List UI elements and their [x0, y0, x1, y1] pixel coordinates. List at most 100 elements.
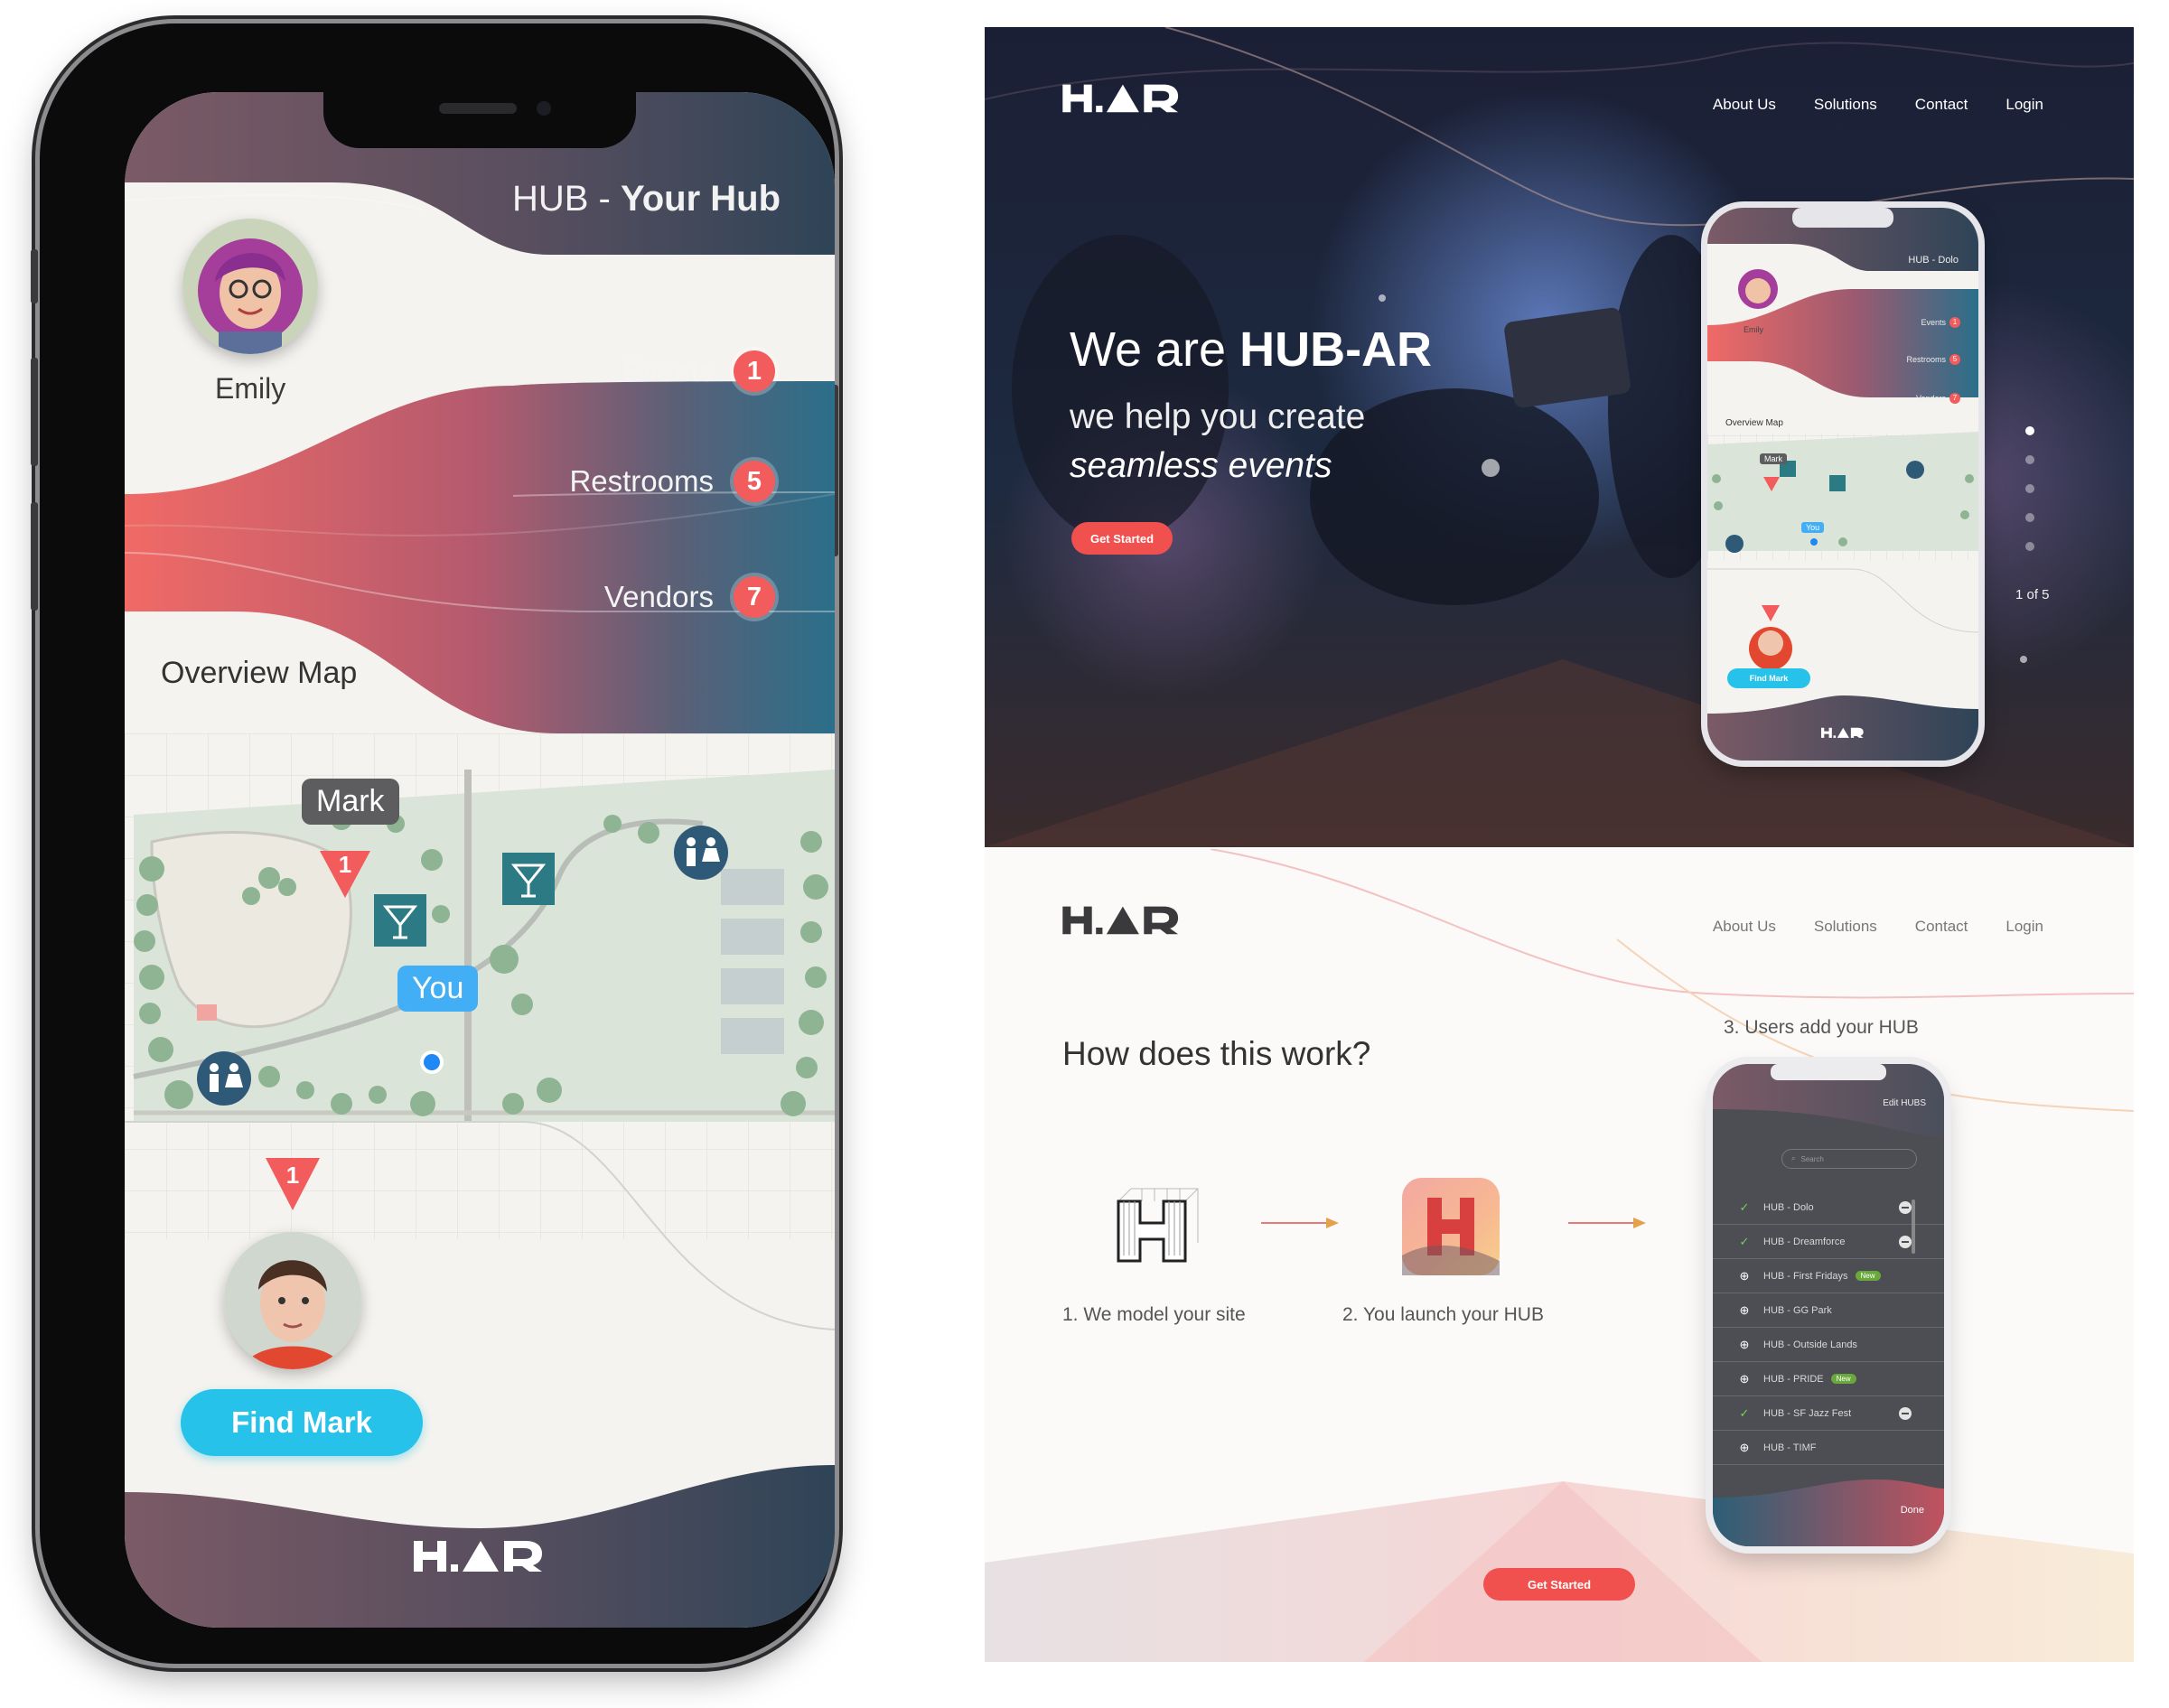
mini-map-label-you: You	[1801, 522, 1825, 533]
map-label-you: You	[397, 966, 479, 1012]
check-icon: ✓	[1739, 1405, 1750, 1420]
hero-subtitle-line2: seamless events	[1070, 446, 1332, 485]
hub-search-input[interactable]: ⌕ Search	[1781, 1149, 1917, 1169]
mini-restrooms-badge: 5	[1949, 354, 1960, 365]
search-placeholder: Search	[1800, 1154, 1824, 1163]
step-2-label: 2. You launch your HUB	[1342, 1304, 1544, 1325]
hub-row-outside-lands[interactable]: ⊕ HUB - Outside Lands	[1713, 1328, 1944, 1362]
hero-phone-preview: HUB - Dolo Emily Events 1 Restrooms 5 Ve…	[1707, 208, 1978, 761]
menu-item-events[interactable]: Events 1	[622, 349, 775, 394]
new-badge: New	[1830, 1374, 1856, 1384]
volume-up-button	[31, 358, 38, 466]
nav-about-us[interactable]: About Us	[1713, 918, 1776, 936]
menu-item-restrooms[interactable]: Restrooms 5	[569, 459, 775, 504]
phone-screen: HUB - Your Hub Emily Events 1 Restrooms …	[125, 92, 835, 1628]
mini-menu-vendors[interactable]: Vendors	[1916, 394, 1946, 403]
check-icon: ✓	[1739, 1199, 1750, 1214]
done-button[interactable]: Done	[1901, 1505, 1924, 1516]
vendors-count-badge: 7	[734, 576, 775, 618]
har-logo[interactable]	[1061, 81, 1183, 114]
mini-menu-restrooms[interactable]: Restrooms	[1906, 355, 1946, 364]
menu-label-events: Events	[622, 354, 714, 387]
menu-item-vendors[interactable]: Vendors 7	[604, 574, 775, 620]
plus-icon[interactable]: ⊕	[1733, 1303, 1756, 1318]
footer-background	[125, 1465, 835, 1628]
hero-title: We are HUB-AR	[1070, 322, 1433, 377]
search-icon: ⌕	[1791, 1154, 1796, 1162]
mini-map-label-mark: Mark	[1760, 453, 1787, 464]
plus-icon[interactable]: ⊕	[1733, 1441, 1756, 1455]
hub-row-gg-park[interactable]: ⊕ HUB - GG Park	[1713, 1293, 1944, 1328]
cocktail-icon-2[interactable]	[502, 853, 555, 905]
hub-row-first-fridays[interactable]: ⊕ HUB - First Fridays New	[1713, 1259, 1944, 1293]
phone-mockup: HUB - Your Hub Emily Events 1 Restrooms …	[31, 23, 838, 1664]
plus-icon[interactable]: ⊕	[1733, 1338, 1756, 1352]
phone-notch	[323, 92, 636, 148]
hub-row-sf-jazz-fest[interactable]: ✓ HUB - SF Jazz Fest	[1713, 1396, 1944, 1431]
pager-dot-3[interactable]	[2025, 484, 2034, 493]
mini-har-logo	[1821, 727, 1864, 738]
hub-name: HUB - Dolo	[1763, 1201, 1814, 1213]
events-count-badge: 1	[734, 350, 775, 392]
how-nav: About Us Solutions Contact Login	[1713, 918, 2043, 936]
hub-row-timf[interactable]: ⊕ HUB - TIMF	[1713, 1431, 1944, 1465]
arrow-right-icon	[1261, 1218, 1339, 1228]
camera-icon	[537, 101, 551, 116]
pager-dot-5[interactable]	[2025, 542, 2034, 551]
hub-title: HUB - Your Hub	[511, 179, 781, 219]
minus-icon[interactable]	[1899, 1200, 1912, 1214]
pager-dot-2[interactable]	[2025, 455, 2034, 464]
get-started-button-2[interactable]: Get Started	[1483, 1568, 1635, 1601]
overview-map-title: Overview Map	[161, 656, 358, 690]
hub-row-dreamforce[interactable]: ✓ HUB - Dreamforce	[1713, 1225, 1944, 1259]
arrow-right-icon-2	[1568, 1218, 1646, 1228]
hub-name: HUB - First Fridays	[1763, 1270, 1848, 1282]
hub-row-dolo[interactable]: ✓ HUB - Dolo	[1713, 1190, 1944, 1225]
how-it-works-section: About Us Solutions Contact Login How doe…	[985, 849, 2134, 1662]
mini-user-name: Emily	[1744, 325, 1763, 334]
edit-hubs-title: Edit HUBS	[1883, 1098, 1926, 1108]
har-logo-dark[interactable]	[1061, 903, 1183, 936]
avatar-mark[interactable]	[224, 1232, 361, 1369]
hub-row-pride[interactable]: ⊕ HUB - PRIDE New	[1713, 1362, 1944, 1396]
edit-hubs-phone: Edit HUBS ⌕ Search ✓ HUB - Dolo ✓ HUB - …	[1713, 1064, 1944, 1546]
nav-login[interactable]: Login	[2005, 96, 2043, 114]
plus-icon[interactable]: ⊕	[1733, 1372, 1756, 1386]
mini-menu-events[interactable]: Events	[1921, 318, 1946, 327]
minus-icon[interactable]	[1899, 1235, 1912, 1248]
hero-section: About Us Solutions Contact Login We are …	[985, 27, 2134, 847]
map-label-mark: Mark	[302, 779, 399, 825]
friend-pin-count: 1	[339, 851, 351, 878]
nav-solutions[interactable]: Solutions	[1814, 96, 1877, 114]
cocktail-icon-1[interactable]	[374, 894, 426, 947]
pager-dot-4[interactable]	[2025, 513, 2034, 522]
hub-name: HUB - GG Park	[1763, 1304, 1832, 1316]
pager-count: 1 of 5	[2015, 587, 2050, 602]
nav-solutions[interactable]: Solutions	[1814, 918, 1877, 936]
nav-contact[interactable]: Contact	[1915, 918, 1968, 936]
hero-subtitle-line1: we help you create	[1070, 397, 1366, 436]
plus-icon[interactable]: ⊕	[1733, 1269, 1756, 1283]
get-started-button[interactable]: Get Started	[1071, 522, 1173, 555]
har-logo	[414, 1541, 542, 1572]
nav-about-us[interactable]: About Us	[1713, 96, 1776, 114]
you-location-dot	[420, 1050, 444, 1074]
minus-icon[interactable]	[1899, 1406, 1912, 1420]
friend-section-curve	[125, 1121, 835, 1330]
restrooms-count-badge: 5	[734, 461, 775, 502]
speaker-icon	[439, 103, 517, 114]
restroom-icon-2[interactable]	[197, 1051, 251, 1106]
restroom-icon-1[interactable]	[674, 826, 728, 880]
nav-login[interactable]: Login	[2005, 918, 2043, 936]
menu-label-restrooms: Restrooms	[569, 464, 714, 498]
mini-events-badge: 1	[1949, 317, 1960, 328]
carousel-pager	[2025, 426, 2034, 551]
list-scrollbar[interactable]	[1912, 1199, 1915, 1254]
hub-name: HUB - TIMF	[1763, 1442, 1817, 1453]
volume-down-button	[31, 502, 38, 611]
mini-find-mark-button[interactable]: Find Mark	[1727, 668, 1810, 688]
3d-model-icon	[1117, 1188, 1199, 1263]
hero-nav: About Us Solutions Contact Login	[1713, 96, 2043, 114]
nav-contact[interactable]: Contact	[1915, 96, 1968, 114]
pager-dot-1[interactable]	[2025, 426, 2034, 435]
